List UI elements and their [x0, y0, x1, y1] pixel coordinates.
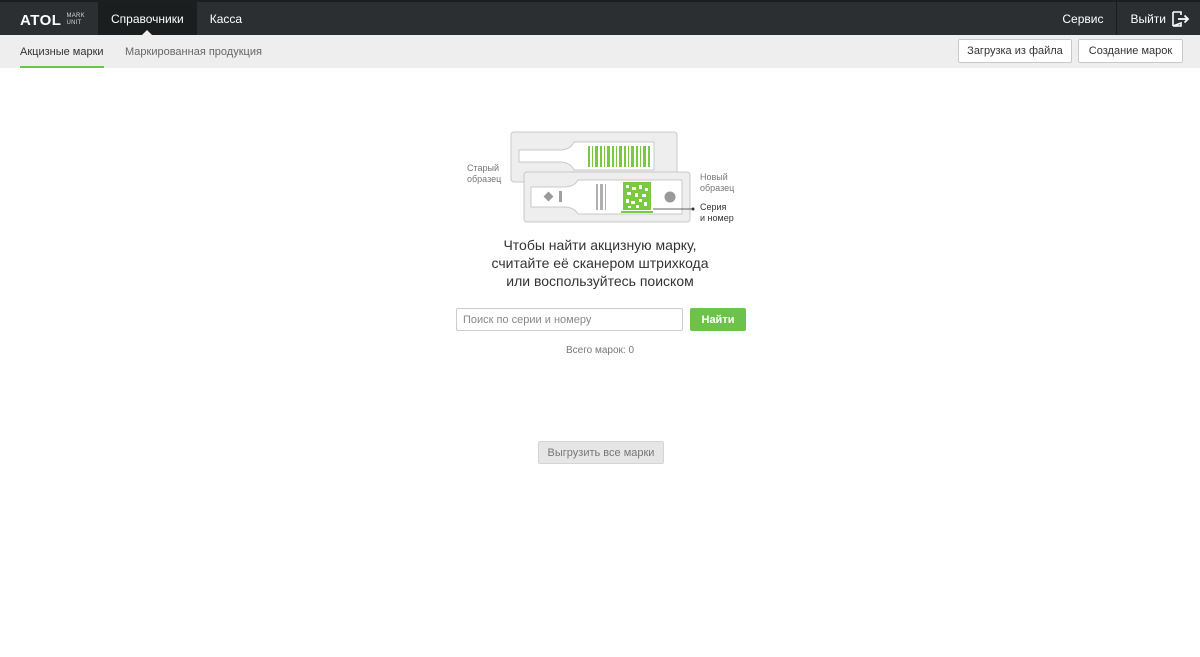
create-stamps-button[interactable]: Создание марок [1078, 39, 1183, 63]
logout-icon [1172, 10, 1190, 27]
logo-sub-line2: UNIT [66, 20, 82, 26]
old-sample-label: Старый образец [467, 163, 502, 184]
find-button[interactable]: Найти [690, 308, 746, 331]
series-number-label: Серия и номер [700, 202, 734, 223]
instruction-line-1: Чтобы найти акцизную марку, [503, 237, 697, 253]
export-all-stamps-button[interactable]: Выгрузить все марки [538, 441, 664, 464]
total-stamps-count: Всего марок: 0 [565, 345, 635, 356]
sub-navigation-bar: Акцизные марки Маркированная продукция З… [0, 35, 1200, 68]
logo-subtitle: MARK UNIT [66, 13, 85, 27]
main-menu: Справочники Касса [98, 2, 255, 35]
new-sample-label: Новый образец [700, 172, 735, 193]
top-navigation-bar: ATOL MARK UNIT Справочники Касса Сервис … [0, 0, 1200, 35]
logout-button[interactable]: Выйти [1117, 2, 1190, 35]
nav-item-cashbox[interactable]: Касса [197, 2, 255, 35]
tab-excise-stamps[interactable]: Акцизные марки [20, 35, 104, 68]
user-menu: Сервис Выйти [1049, 2, 1190, 35]
atol-logo[interactable]: ATOL MARK UNIT [20, 10, 85, 30]
service-menu-button[interactable]: Сервис [1049, 2, 1116, 35]
logout-label: Выйти [1130, 11, 1166, 26]
excise-stamp-illustration: Старый образец Новый образец Серия и ном… [460, 130, 745, 230]
tab-marked-products[interactable]: Маркированная продукция [125, 35, 262, 68]
nav-item-directories[interactable]: Справочники [98, 2, 197, 35]
logo-sub-line1: MARK [66, 13, 85, 19]
upload-from-file-button[interactable]: Загрузка из файла [958, 39, 1072, 63]
search-input[interactable] [456, 308, 683, 331]
search-instructions: Чтобы найти акцизную марку, считайте её … [450, 236, 750, 290]
instruction-line-3: или воспользуйтесь поиском [506, 273, 694, 289]
instruction-line-2: считайте её сканером штрихкода [491, 255, 709, 271]
logo-wordmark: ATOL [20, 11, 62, 29]
